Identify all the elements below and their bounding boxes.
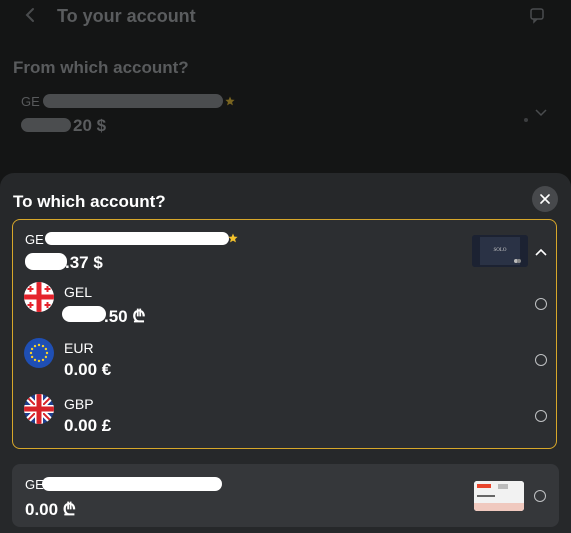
eu-flag-icon — [24, 338, 54, 368]
currency-balance: 0.00 € — [64, 360, 112, 379]
page-title: To your account — [57, 6, 196, 26]
currency-balance: 0.00 £ — [64, 416, 112, 435]
chevron-down-icon[interactable] — [534, 108, 548, 118]
redacted-account-number — [42, 477, 222, 491]
selected-account-group[interactable]: GE .37 $ SOLO GEL .50 ₾ EUR 0.00 € GBP 0… — [12, 219, 557, 449]
sub-account-row-gel[interactable]: GEL .50 ₾ — [13, 282, 558, 338]
radio-button[interactable] — [535, 410, 547, 422]
sub-account-row-gbp[interactable]: GBP 0.00 £ — [13, 394, 558, 450]
redacted-account-number — [45, 232, 229, 245]
radio-button[interactable] — [534, 490, 546, 502]
currency-code: EUR — [64, 340, 94, 356]
card-logo-icon: SOLO — [472, 235, 528, 267]
redacted-amount — [62, 306, 106, 322]
redacted-amount — [21, 118, 71, 132]
card-thumbnail — [474, 481, 524, 511]
georgia-flag-icon — [24, 282, 54, 312]
star-icon — [225, 96, 235, 106]
top-bar: To your account — [0, 0, 571, 33]
chevron-up-icon[interactable] — [535, 248, 547, 256]
redacted-account-number — [43, 94, 223, 108]
account-name: GE — [25, 477, 44, 492]
account-balance: 0.00 ₾ — [25, 500, 76, 519]
from-account-heading: From which account? — [13, 58, 189, 77]
radio-button[interactable] — [535, 354, 547, 366]
from-account-name: GE — [21, 94, 40, 109]
chevron-left-icon[interactable] — [22, 6, 40, 24]
from-account-amount: 20 $ — [73, 116, 107, 135]
account-name: GE — [25, 232, 44, 247]
uk-flag-icon — [24, 394, 54, 424]
svg-text:SOLO: SOLO — [493, 248, 506, 253]
radio-button[interactable] — [535, 298, 547, 310]
currency-balance: .50 ₾ — [104, 307, 146, 326]
close-button[interactable] — [532, 186, 558, 212]
close-icon — [540, 194, 550, 204]
indicator-dot — [524, 118, 528, 122]
card-thumbnail: SOLO — [472, 235, 528, 267]
currency-code: GBP — [64, 396, 94, 412]
card-logo-icon — [474, 481, 524, 511]
account-picker-sheet: To which account? GE .37 $ SOLO GEL .50 … — [0, 173, 571, 533]
other-account-card[interactable]: GE 0.00 ₾ — [12, 464, 559, 527]
redacted-amount — [25, 253, 67, 270]
sub-account-row-eur[interactable]: EUR 0.00 € — [13, 338, 558, 394]
chat-icon[interactable] — [528, 6, 546, 24]
from-account-card[interactable]: GE 20 $ — [13, 88, 565, 146]
sheet-title: To which account? — [13, 192, 166, 211]
star-icon — [228, 233, 238, 243]
currency-code: GEL — [64, 284, 93, 300]
account-balance: .37 $ — [65, 253, 103, 272]
